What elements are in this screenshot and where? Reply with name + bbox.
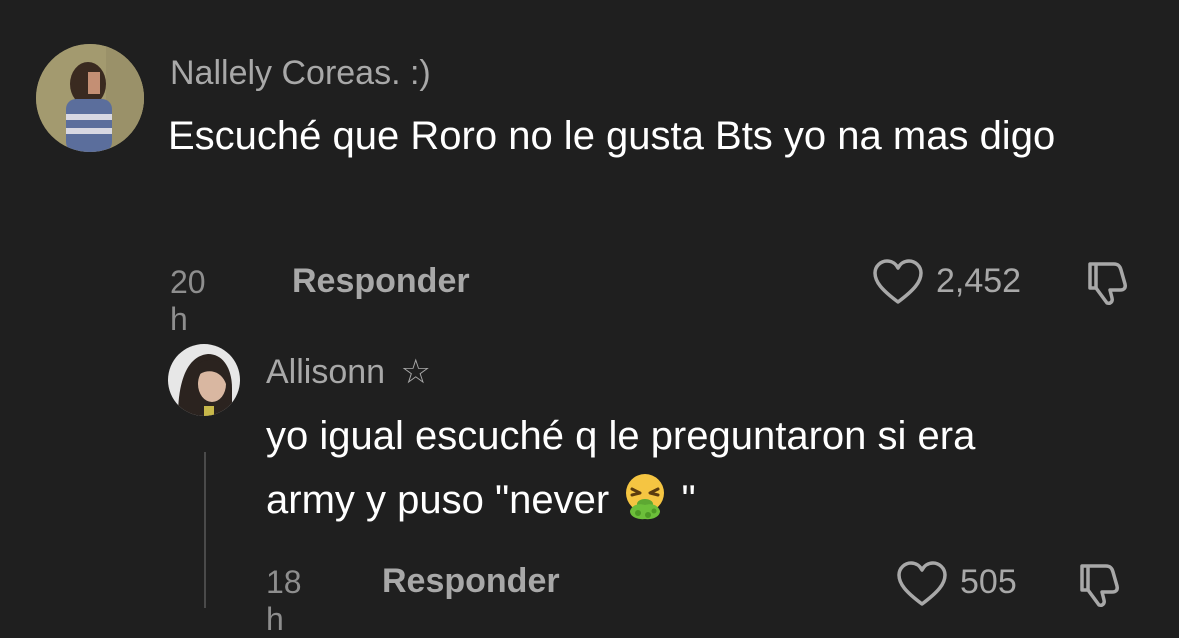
like-count: 505	[960, 563, 1017, 601]
star-icon: ☆	[400, 353, 432, 391]
reply-text: yo igual escuché q le preguntaron si era…	[266, 404, 1146, 540]
reply-username[interactable]: Allisonn ☆	[266, 352, 431, 392]
comment-username[interactable]: Nallely Coreas. :)	[170, 54, 431, 93]
comment-text: Escuché que Roro no le gusta Bts yo na m…	[168, 114, 1056, 158]
like-button[interactable]	[896, 560, 948, 608]
comment-timestamp: 20 h	[170, 264, 206, 337]
reply-username-text: Allisonn	[266, 353, 386, 391]
reply-text-after-emoji: "	[670, 478, 696, 522]
like-button[interactable]	[872, 258, 924, 306]
reply-text-line2: army y puso "never "	[266, 468, 1146, 540]
dislike-button[interactable]	[1074, 560, 1124, 608]
reply-button[interactable]: Responder	[382, 562, 560, 601]
dislike-button[interactable]	[1082, 258, 1132, 306]
avatar-image	[36, 44, 144, 152]
avatar-image	[168, 344, 240, 416]
heart-icon	[873, 259, 923, 304]
thumbs-down-icon	[1080, 564, 1119, 607]
reply-text-line1: yo igual escuché q le preguntaron si era	[266, 414, 976, 458]
reply-timestamp: 18 h	[266, 564, 302, 637]
like-count: 2,452	[936, 262, 1022, 300]
vomiting-face-icon	[620, 471, 670, 540]
heart-icon	[897, 561, 947, 606]
avatar[interactable]	[168, 344, 240, 416]
avatar[interactable]	[36, 44, 144, 152]
reply-text-before-emoji: army y puso "never	[266, 478, 621, 522]
thread-line	[204, 452, 206, 608]
reply-button[interactable]: Responder	[292, 262, 470, 301]
thumbs-down-icon	[1088, 262, 1127, 305]
